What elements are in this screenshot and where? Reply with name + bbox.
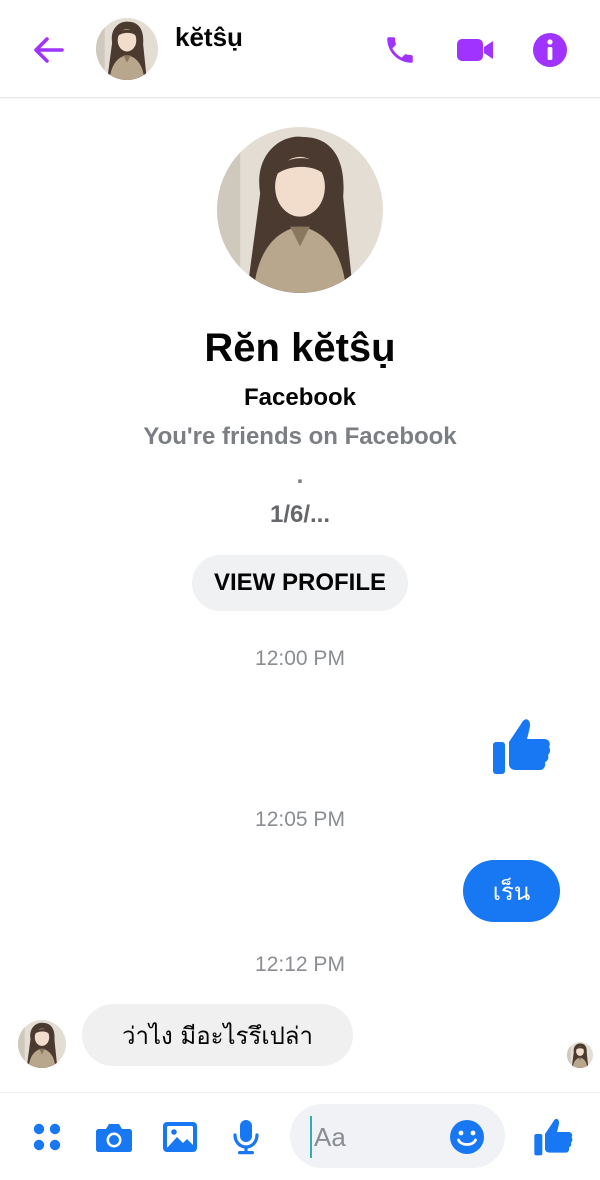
camera-button[interactable] xyxy=(94,1117,134,1157)
incoming-message-text: ว่าไง มีอะไรรึเปล่า xyxy=(122,1021,313,1050)
separator-dot: . xyxy=(296,462,304,489)
view-profile-button[interactable]: VIEW PROFILE xyxy=(192,555,408,611)
outgoing-message[interactable]: เร็น xyxy=(463,860,560,922)
apps-icon xyxy=(33,1123,61,1151)
gallery-button[interactable] xyxy=(160,1117,200,1157)
gallery-icon xyxy=(163,1122,197,1152)
timestamp: 12:05 PM xyxy=(255,808,345,831)
send-like-button[interactable] xyxy=(531,1114,575,1158)
video-camera-icon xyxy=(457,39,493,61)
thumbs-up-icon xyxy=(534,1118,573,1156)
info-icon xyxy=(533,33,567,67)
outgoing-message-text: เร็น xyxy=(492,877,531,906)
contact-name[interactable]: kĕtŝụ xyxy=(175,22,243,53)
microphone-icon xyxy=(233,1120,259,1155)
profile-date: 1/6/... xyxy=(269,501,331,528)
profile-name: Rĕn kĕtŝụ xyxy=(204,326,396,370)
timestamp: 12:12 PM xyxy=(255,953,345,976)
timestamp: 12:00 PM xyxy=(255,647,345,670)
contact-avatar[interactable] xyxy=(96,18,158,80)
back-arrow-icon xyxy=(34,37,64,63)
camera-icon xyxy=(96,1124,132,1152)
back-button[interactable] xyxy=(28,30,68,70)
thumbs-up-icon xyxy=(493,719,551,774)
incoming-message[interactable]: ว่าไง มีอะไรรึเปล่า xyxy=(82,1004,353,1066)
thumbs-up-message[interactable] xyxy=(490,712,552,778)
conversation-info-button[interactable] xyxy=(530,30,570,70)
emoji-icon xyxy=(450,1120,484,1154)
conversation-header: kĕtŝụ xyxy=(0,0,600,98)
profile-picture[interactable] xyxy=(217,127,383,293)
more-actions-button[interactable] xyxy=(27,1117,67,1157)
voice-message-button[interactable] xyxy=(226,1117,266,1157)
message-input[interactable] xyxy=(310,1116,450,1158)
phone-icon xyxy=(387,37,413,63)
friends-status: You're friends on Facebook xyxy=(143,423,457,450)
profile-source: Facebook xyxy=(243,384,357,411)
sender-avatar[interactable] xyxy=(18,1020,66,1068)
emoji-button[interactable] xyxy=(448,1118,486,1156)
seen-receipt-avatar xyxy=(567,1042,593,1068)
video-call-button[interactable] xyxy=(455,30,495,70)
voice-call-button[interactable] xyxy=(380,30,420,70)
